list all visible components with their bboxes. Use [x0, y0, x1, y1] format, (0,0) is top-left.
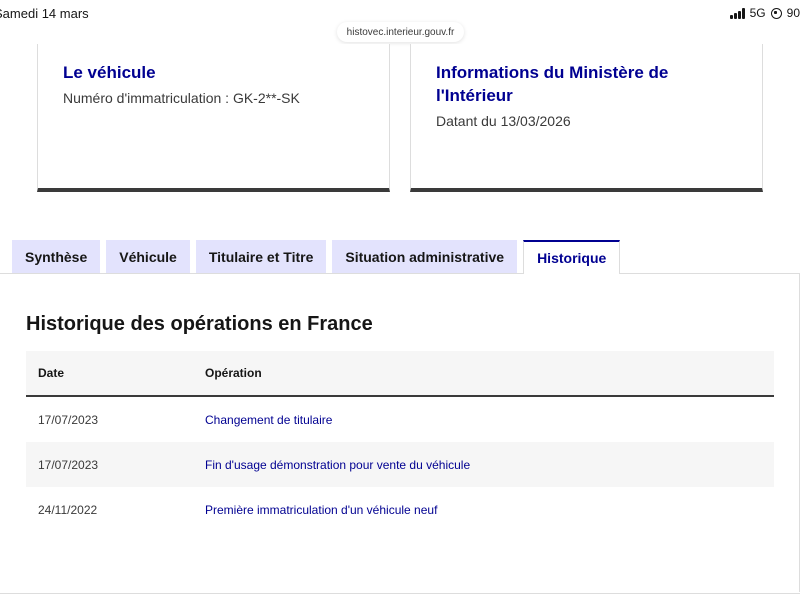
- column-header-date: Date: [38, 366, 65, 380]
- section-title: Historique des opérations en France: [26, 313, 373, 335]
- address-bar-url: histovec.interieur.gouv.fr: [346, 26, 455, 38]
- row-operation: Fin d'usage démonstration pour vente du …: [205, 457, 471, 472]
- orientation-lock-icon: [770, 7, 782, 19]
- tab-titulaire-titre[interactable]: Titulaire et Titre: [195, 240, 327, 273]
- row-date: 17/07/2023: [38, 412, 99, 427]
- table-body: 17/07/2023 Changement de titulaire 17/07…: [26, 397, 774, 532]
- vehicle-card-title: Le véhicule: [63, 63, 156, 82]
- table-row: 17/07/2023 Fin d'usage démonstration pou…: [26, 442, 774, 487]
- cellular-signal-icon: [729, 7, 745, 19]
- row-date: 24/11/2022: [38, 502, 98, 517]
- address-bar[interactable]: histovec.interieur.gouv.fr: [337, 22, 464, 42]
- ministry-info-card: Informations du Ministère de l'Intérieur…: [410, 44, 763, 192]
- table-row: 24/11/2022 Première immatriculation d'un…: [26, 487, 774, 532]
- vehicle-card: Le véhicule Numéro d'immatriculation : G…: [37, 44, 390, 192]
- registration-number: Numéro d'immatriculation : GK-2**-SK: [63, 90, 300, 106]
- network-type: 5G: [749, 6, 766, 20]
- data-date: Datant du 13/03/2026: [436, 113, 571, 129]
- tab-synthese[interactable]: Synthèse: [12, 240, 101, 273]
- column-header-operation: Opération: [205, 366, 262, 380]
- row-operation: Première immatriculation d'un véhicule n…: [205, 502, 438, 517]
- row-date: 17/07/2023: [38, 457, 99, 472]
- panel-border: [0, 593, 800, 594]
- history-table: Date Opération 17/07/2023 Changement de …: [26, 351, 774, 532]
- row-operation: Changement de titulaire: [205, 412, 333, 427]
- ministry-card-title: Informations du Ministère de l'Intérieur: [436, 63, 669, 105]
- tab-situation-administrative[interactable]: Situation administrative: [332, 240, 518, 273]
- table-header: Date Opération: [26, 351, 774, 397]
- tab-list: Synthèse Véhicule Titulaire et Titre Sit…: [12, 240, 621, 274]
- table-row: 17/07/2023 Changement de titulaire: [26, 397, 774, 442]
- tab-vehicule[interactable]: Véhicule: [106, 240, 190, 273]
- status-indicators: 5G 90: [729, 6, 800, 20]
- tab-historique[interactable]: Historique: [523, 240, 621, 274]
- battery-level: 90: [786, 6, 800, 20]
- status-time: Samedi 14 mars: [0, 6, 89, 21]
